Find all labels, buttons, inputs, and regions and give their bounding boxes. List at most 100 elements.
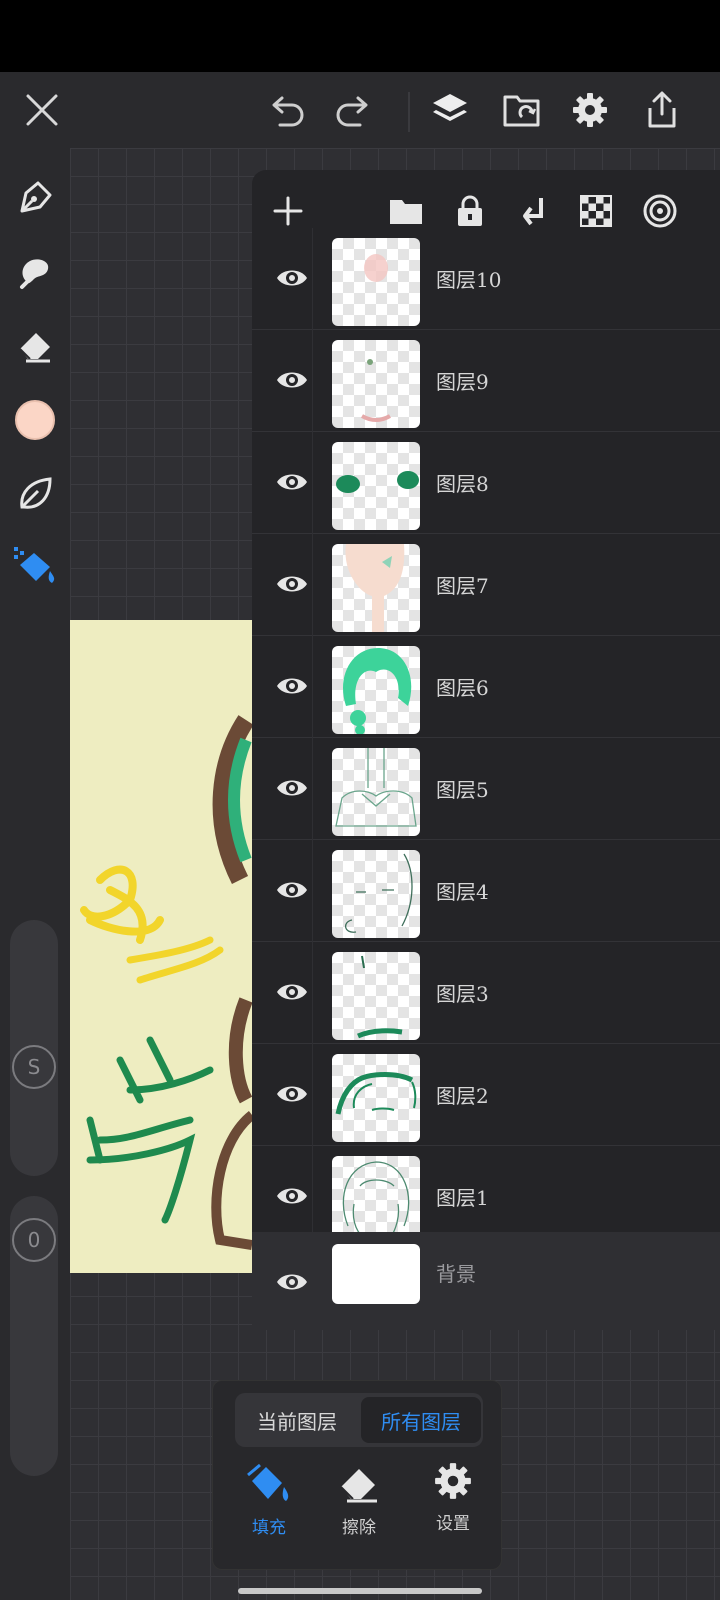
artwork-drawing (80, 715, 252, 1250)
toolbar-divider (408, 92, 410, 132)
export-button[interactable] (630, 72, 694, 148)
fill-settings-label: 设置 (436, 1514, 470, 1534)
layer-name: 图层9 (436, 370, 489, 394)
fill-options-panel: 当前图层 所有图层 填充 擦除 设置 (212, 1380, 502, 1570)
fill-settings-button[interactable]: 设置 (413, 1461, 493, 1557)
thumbnail-art (335, 1072, 417, 1115)
brush-tool[interactable] (0, 168, 70, 228)
merge-down-icon (523, 198, 543, 226)
layer-row[interactable]: 图层9 (252, 330, 720, 432)
row-divider (312, 1044, 313, 1146)
brush-size-knob[interactable]: S (12, 1045, 56, 1089)
close-icon (26, 94, 58, 126)
eraser-icon (19, 333, 50, 363)
row-divider (312, 432, 313, 534)
layer-name: 背景 (436, 1262, 476, 1286)
fill-mode-button[interactable]: 填充 (229, 1461, 309, 1557)
layer-row[interactable]: 图层5 (252, 738, 720, 840)
layer-thumbnail (332, 544, 420, 632)
eye-icon (277, 678, 307, 694)
eye-icon (277, 1188, 307, 1204)
layer-name: 图层10 (436, 268, 502, 292)
eye-icon (277, 780, 307, 796)
layer-thumbnail (332, 1054, 420, 1142)
color-picker[interactable] (0, 390, 70, 450)
thumbnail-art (345, 544, 405, 632)
plus-icon (273, 196, 303, 226)
eye-icon (277, 270, 307, 286)
target-icon (643, 194, 677, 228)
canvas-artwork[interactable] (70, 620, 252, 1273)
layer-row[interactable]: 图层7 (252, 534, 720, 636)
visibility-toggle[interactable] (264, 1262, 320, 1302)
background-thumbnail (332, 1244, 420, 1304)
home-indicator[interactable] (238, 1588, 482, 1594)
layer-name: 图层2 (436, 1084, 489, 1108)
layer-name: 图层7 (436, 574, 489, 598)
layer-row[interactable]: 图层6 (252, 636, 720, 738)
image-folder-icon (503, 95, 540, 127)
layer-thumbnail (332, 442, 420, 530)
layer-row[interactable]: 图层2 (252, 1044, 720, 1146)
layer-name: 图层1 (436, 1186, 489, 1210)
row-divider (312, 636, 313, 738)
close-button[interactable] (10, 72, 74, 148)
share-icon (648, 91, 676, 128)
layer-thumbnail (332, 238, 420, 326)
thumbnail-art (342, 1161, 410, 1239)
layer-name: 图层4 (436, 880, 489, 904)
scope-all-layers[interactable]: 所有图层 (361, 1397, 481, 1443)
gear-icon (573, 93, 607, 127)
row-divider (312, 942, 313, 1044)
paint-bucket-icon (14, 547, 55, 583)
eye-icon (277, 372, 307, 388)
row-divider (312, 228, 313, 330)
smudge-tool[interactable] (0, 242, 70, 302)
row-divider (312, 738, 313, 840)
undo-button[interactable] (256, 72, 320, 148)
layer-name: 图层8 (436, 472, 489, 496)
gear-icon (435, 1463, 471, 1499)
layer-row[interactable]: 图层3 (252, 942, 720, 1044)
layer-thumbnail (332, 646, 420, 734)
layer-name: 图层5 (436, 778, 489, 802)
eraser-icon (340, 1469, 377, 1503)
opacity-knob[interactable]: 0 (12, 1218, 56, 1262)
thumbnail-art (335, 748, 417, 827)
layer-thumbnail (332, 1156, 420, 1244)
background-layer-row[interactable]: 背景 (252, 1232, 720, 1330)
import-image-button[interactable] (490, 72, 554, 148)
top-toolbar (0, 72, 720, 148)
layer-name: 图层6 (436, 676, 489, 700)
shape-tool[interactable] (0, 464, 70, 524)
fill-mode-label: 填充 (252, 1518, 286, 1538)
settings-button[interactable] (558, 72, 622, 148)
row-divider (312, 840, 313, 942)
scope-current-layer[interactable]: 当前图层 (237, 1397, 357, 1443)
layers-icon (433, 94, 467, 121)
redo-icon (336, 96, 368, 127)
layers-panel: 图层10 图层9 图层8 图层7 图层6 图层5 图层4 图层3 图层2 图层1… (252, 170, 720, 1330)
thumbnail-art (361, 359, 391, 422)
layer-row[interactable]: 图层10 (252, 228, 720, 330)
eye-icon (277, 1086, 307, 1102)
fill-tool[interactable] (0, 536, 70, 596)
layer-row[interactable]: 图层8 (252, 432, 720, 534)
pen-icon (20, 181, 52, 213)
erase-mode-button[interactable]: 擦除 (319, 1461, 399, 1557)
paint-bucket-icon (247, 1463, 289, 1501)
thumbnail-art (357, 955, 403, 1039)
eye-icon (277, 984, 307, 1000)
layers-button[interactable] (418, 72, 482, 148)
smudge-icon (20, 259, 49, 289)
layer-row[interactable]: 图层4 (252, 840, 720, 942)
thumbnail-art (342, 648, 412, 734)
eraser-tool[interactable] (0, 316, 70, 376)
fill-scope-toggle: 当前图层 所有图层 (235, 1393, 483, 1447)
thumbnail-art (345, 853, 413, 933)
current-color-swatch (15, 400, 55, 440)
eye-icon (277, 474, 307, 490)
layer-thumbnail (332, 748, 420, 836)
redo-button[interactable] (320, 72, 384, 148)
folder-icon (390, 200, 422, 224)
